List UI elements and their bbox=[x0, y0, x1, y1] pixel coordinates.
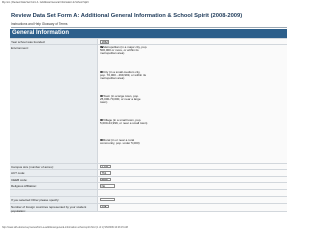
environment-option-city[interactable]: City (in a small-medium city, pop. 70,00… bbox=[100, 70, 146, 81]
ceeb-code-input[interactable]: 5806 bbox=[100, 177, 111, 182]
print-footer-url: http://www.sdf.edu/survey/review/form-a-… bbox=[2, 226, 128, 229]
act-code-input[interactable]: 761 bbox=[100, 171, 111, 175]
religious-affiliation-select[interactable]: No Affiliation bbox=[100, 184, 115, 188]
radio-village[interactable] bbox=[100, 118, 103, 122]
row-foreign-countries: Number of foreign countries represented … bbox=[10, 202, 287, 213]
environment-option-rural[interactable]: Rural (in or near a rural community, pop… bbox=[100, 138, 140, 146]
option-city-line-3: metropolitan area) bbox=[100, 76, 125, 80]
environment-cell: Metropolitan (in a major city, pop. 500,… bbox=[98, 44, 287, 164]
row-environment: Environment: Metropolitan (in a major ci… bbox=[10, 43, 287, 164]
environment-label: Environment: bbox=[10, 44, 98, 164]
radio-metropolitan[interactable] bbox=[100, 45, 103, 49]
browser-tab-title: My.com | Review Data Set Form A : Additi… bbox=[2, 1, 89, 4]
option-rural-line-2: community, pop. under 5,000) bbox=[100, 140, 140, 145]
radio-town[interactable] bbox=[100, 94, 103, 98]
section-header: General Information bbox=[10, 29, 287, 38]
title-divider bbox=[11, 26, 287, 28]
foreign-countries-label: Number of foreign countries represented … bbox=[10, 203, 98, 213]
option-village-line-2: 5,000-24,999, or near a small town) bbox=[100, 120, 148, 125]
instructions-help-link[interactable]: Instructions and Help Glossary of Terms bbox=[11, 22, 67, 26]
other-specify-input[interactable] bbox=[100, 197, 115, 202]
page-title: Review Data Set Form A: Additional Gener… bbox=[11, 13, 243, 19]
radio-rural[interactable] bbox=[100, 138, 103, 142]
foreign-countries-cell: 138 bbox=[98, 203, 287, 211]
option-metropolitan-line-3: metropolitan area) bbox=[100, 51, 125, 55]
environment-option-town[interactable]: Town (in a large town, pop. 25,000-70,00… bbox=[100, 94, 141, 105]
foreign-countries-input[interactable]: 138 bbox=[100, 204, 109, 209]
environment-option-metropolitan[interactable]: Metropolitan (in a major city, pop. 500,… bbox=[100, 45, 147, 56]
campus-size-input[interactable]: 1,341 bbox=[100, 164, 111, 169]
environment-option-village[interactable]: Village (in a small town, pop. 5,000-24,… bbox=[100, 118, 148, 126]
radio-city[interactable] bbox=[100, 70, 103, 74]
option-town-line-3: town) bbox=[100, 100, 108, 104]
